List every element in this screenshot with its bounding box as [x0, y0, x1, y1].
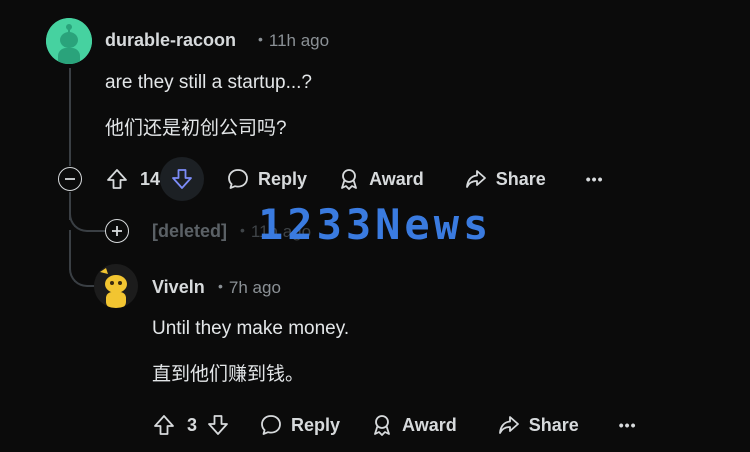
more-icon: ••• [618, 417, 637, 433]
collapse-thread-button[interactable] [58, 167, 82, 191]
downvote-button[interactable] [160, 157, 205, 201]
more-options-button[interactable]: ••• [586, 171, 604, 187]
share-label: Share [495, 168, 546, 189]
watermark-logo: 1233News [258, 200, 493, 249]
share-icon [498, 416, 519, 434]
avatar-viveln[interactable] [94, 264, 138, 308]
upvote-icon [107, 169, 127, 189]
share-label: Share [528, 414, 579, 435]
thread-curve-reply [69, 245, 97, 287]
more-options-button[interactable]: ••• [619, 417, 637, 433]
share-icon [465, 170, 486, 188]
comment1-username[interactable]: durable-racoon [105, 30, 236, 51]
avatar-durable-racoon[interactable] [46, 18, 92, 64]
reply-button[interactable]: Reply [226, 167, 307, 191]
award-button[interactable]: Award [337, 167, 424, 191]
reply-button[interactable]: Reply [259, 413, 340, 437]
upvote-icon [154, 415, 174, 435]
reply-label: Reply [291, 414, 341, 435]
comment2-action-row: 3 Reply Award Share ••• [151, 402, 636, 448]
award-button[interactable]: Award [370, 413, 457, 437]
comment1-vote-count: 14 [140, 168, 161, 189]
comment1-body-en: are they still a startup...? [105, 72, 312, 93]
comment2-username[interactable]: Viveln [152, 277, 205, 298]
comment2-body-en: Until they make money. [152, 318, 350, 339]
award-label: Award [402, 414, 457, 435]
award-icon [374, 415, 390, 436]
reply-icon [261, 415, 281, 435]
upvote-button[interactable] [104, 168, 130, 190]
thread-line-main [69, 68, 71, 166]
reply-icon [228, 169, 248, 189]
collapse-icon [65, 178, 75, 180]
upvote-button[interactable] [151, 414, 177, 436]
comment2-vote-count: 3 [187, 414, 198, 435]
comment-thread: durable-racoon • 11h ago are they still a… [0, 0, 750, 452]
more-icon: ••• [585, 171, 604, 187]
comment2-time-text: 7h ago [228, 278, 281, 297]
comment1-time-text: 11h ago [268, 31, 330, 50]
expand-deleted-button[interactable] [105, 219, 129, 243]
comment1-action-row: 14 Reply Award Share ••• [104, 156, 604, 202]
expand-icon [112, 226, 122, 236]
deleted-username: [deleted] [152, 221, 228, 241]
award-label: Award [369, 168, 424, 189]
share-button[interactable]: Share [497, 413, 579, 437]
comment2-body-zh: 直到他们赚到钱。 [152, 364, 305, 385]
share-button[interactable]: Share [464, 167, 546, 191]
reply-label: Reply [258, 168, 308, 189]
comment1-timestamp: • 11h ago [258, 31, 330, 50]
comment1-body-zh: 他们还是初创公司吗? [105, 118, 287, 139]
downvote-icon [172, 169, 192, 189]
comment2-timestamp: • 7h ago [218, 278, 281, 297]
thread-curve-deleted [69, 192, 105, 232]
downvote-button[interactable] [205, 414, 231, 436]
downvote-icon [208, 415, 228, 435]
award-icon [341, 169, 357, 190]
